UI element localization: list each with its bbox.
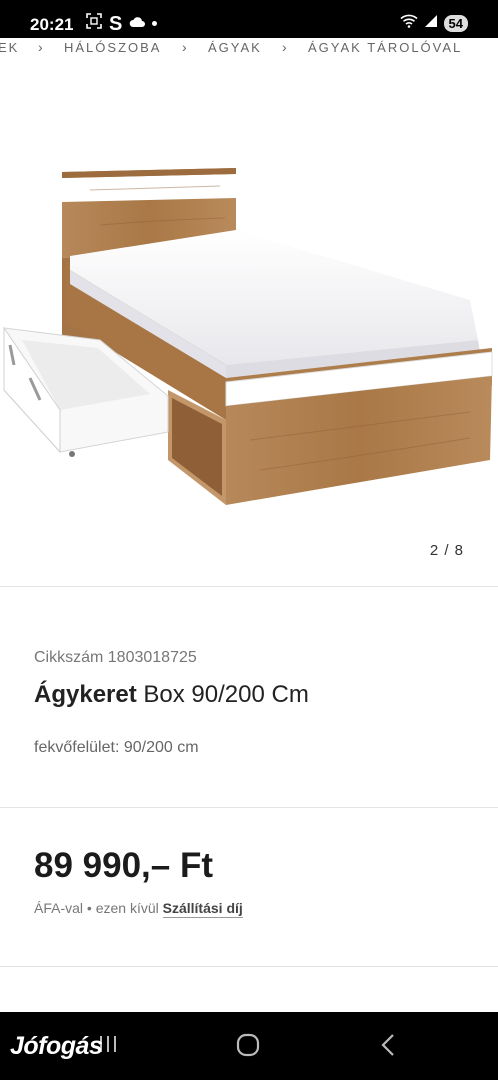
signal-icon [424,14,438,33]
product-sku: Cikkszám 1803018725 [34,649,197,666]
breadcrumb-item-3[interactable]: ÁGYAK [208,40,262,55]
screenshot-icon [86,13,102,34]
vat-info: ÁFA-val • ezen kívül Szállítási díj [34,900,243,918]
vat-middle: ezen kívül [95,900,163,916]
status-bar: 20:21 S 54 [0,0,498,38]
product-image-gallery[interactable]: 2 / 8 [0,60,498,585]
cloud-icon [129,15,146,33]
wifi-icon [399,14,418,33]
breadcrumb-item-4[interactable]: ÁGYAK TÁROLÓVAL [308,40,462,55]
bed-product-image [3,168,493,505]
chevron-right-icon: › [182,39,189,55]
product-title-brand: Ágykeret [34,681,137,708]
product-title: Ágykeret Box 90/200 Cm [34,681,309,709]
chevron-right-icon: › [282,39,289,55]
image-counter: 2 / 8 [429,542,464,559]
product-title-rest: Box 90/200 Cm [136,681,309,708]
back-icon[interactable] [378,1032,398,1063]
status-time: 20:21 [30,15,74,34]
divider [0,586,498,587]
battery-indicator: 54 [443,15,468,32]
breadcrumb: EK › HÁLÓSZOBA › ÁGYAK › ÁGYAK TÁROLÓVAL [0,38,498,60]
divider [0,966,498,967]
product-price: 89 990,– Ft [34,846,213,885]
breadcrumb-item-2[interactable]: HÁLÓSZOBA [64,40,161,55]
home-icon[interactable] [235,1032,261,1063]
chevron-right-icon: › [38,39,45,55]
shipping-fee-link[interactable]: Szállítási díj [162,900,243,918]
product-feature: fekvőfelület: 90/200 cm [34,739,199,756]
notification-dot [152,21,158,26]
vat-label: ÁFA-val [34,900,84,916]
vat-separator: • [83,900,96,916]
s-app-label: S [109,12,123,35]
jofogas-watermark: Jófogás [10,1032,103,1060]
divider [0,807,498,808]
breadcrumb-item-1[interactable]: EK [0,40,19,55]
